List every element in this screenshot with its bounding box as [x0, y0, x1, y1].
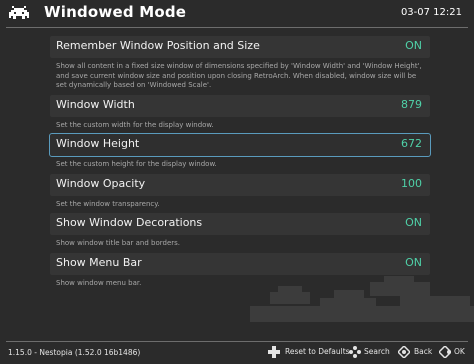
- setting-description: Show all content in a fixed size window …: [56, 62, 422, 89]
- header-divider: [6, 27, 468, 28]
- back-button-icon: [398, 346, 410, 358]
- setting-value: 879: [401, 97, 422, 111]
- clock: 03-07 12:21: [400, 7, 462, 18]
- setting-value: 672: [401, 137, 422, 150]
- page-title: Windowed Mode: [44, 3, 187, 21]
- setting-row-remember-window[interactable]: Remember Window Position and Size ON: [50, 36, 430, 58]
- setting-value: ON: [405, 216, 422, 229]
- header-bar: Windowed Mode 03-07 12:21: [0, 0, 474, 26]
- setting-value: ON: [405, 255, 422, 269]
- setting-row-window-width[interactable]: Window Width 879: [50, 94, 430, 117]
- setting-description: Set the window transparency.: [56, 199, 160, 208]
- ok-button-icon: [439, 346, 451, 358]
- setting-item-window-height: Window Height 672 Set the custom height …: [49, 133, 431, 174]
- dpad-start-icon: [268, 346, 280, 358]
- setting-value: 100: [401, 176, 422, 190]
- settings-list: Remember Window Position and Size ON Sho…: [49, 36, 431, 292]
- setting-label: Window Width: [56, 97, 135, 111]
- setting-value: ON: [405, 39, 422, 52]
- footer-bar: 1.15.0 - Nestopia (1.52.0 16b1486) Reset…: [0, 342, 474, 364]
- setting-description: Show window title bar and borders.: [56, 239, 181, 247]
- setting-description: Set the custom height for the display wi…: [56, 160, 217, 168]
- setting-label: Window Opacity: [56, 176, 146, 190]
- version-info: 1.15.0 - Nestopia (1.52.0 16b1486): [8, 348, 141, 357]
- setting-item-window-decorations: Show Window Decorations ON Show window t…: [50, 213, 430, 253]
- setting-row-window-opacity[interactable]: Window Opacity 100: [50, 173, 430, 196]
- setting-label: Show Window Decorations: [56, 216, 203, 229]
- ok-button[interactable]: OK: [454, 347, 465, 356]
- setting-label: Show Menu Bar: [56, 255, 142, 269]
- retroarch-logo-icon: [9, 6, 29, 19]
- setting-item-window-opacity: Window Opacity 100 Set the window transp…: [50, 173, 430, 214]
- setting-item-remember-window: Remember Window Position and Size ON Sho…: [50, 36, 430, 95]
- search-button[interactable]: Search: [364, 347, 390, 356]
- setting-label: Remember Window Position and Size: [56, 39, 260, 52]
- back-button[interactable]: Back: [414, 347, 432, 356]
- setting-item-window-width: Window Width 879 Set the custom width fo…: [50, 94, 430, 135]
- search-button-icon: [349, 346, 361, 358]
- setting-description: Set the custom width for the display win…: [56, 120, 214, 129]
- background-clouds-decoration: [250, 276, 474, 322]
- setting-row-window-decorations[interactable]: Show Window Decorations ON: [50, 213, 430, 235]
- setting-label: Window Height: [56, 137, 140, 150]
- setting-row-window-height[interactable]: Window Height 672: [49, 133, 431, 157]
- reset-to-defaults-button[interactable]: Reset to Defaults: [285, 347, 350, 356]
